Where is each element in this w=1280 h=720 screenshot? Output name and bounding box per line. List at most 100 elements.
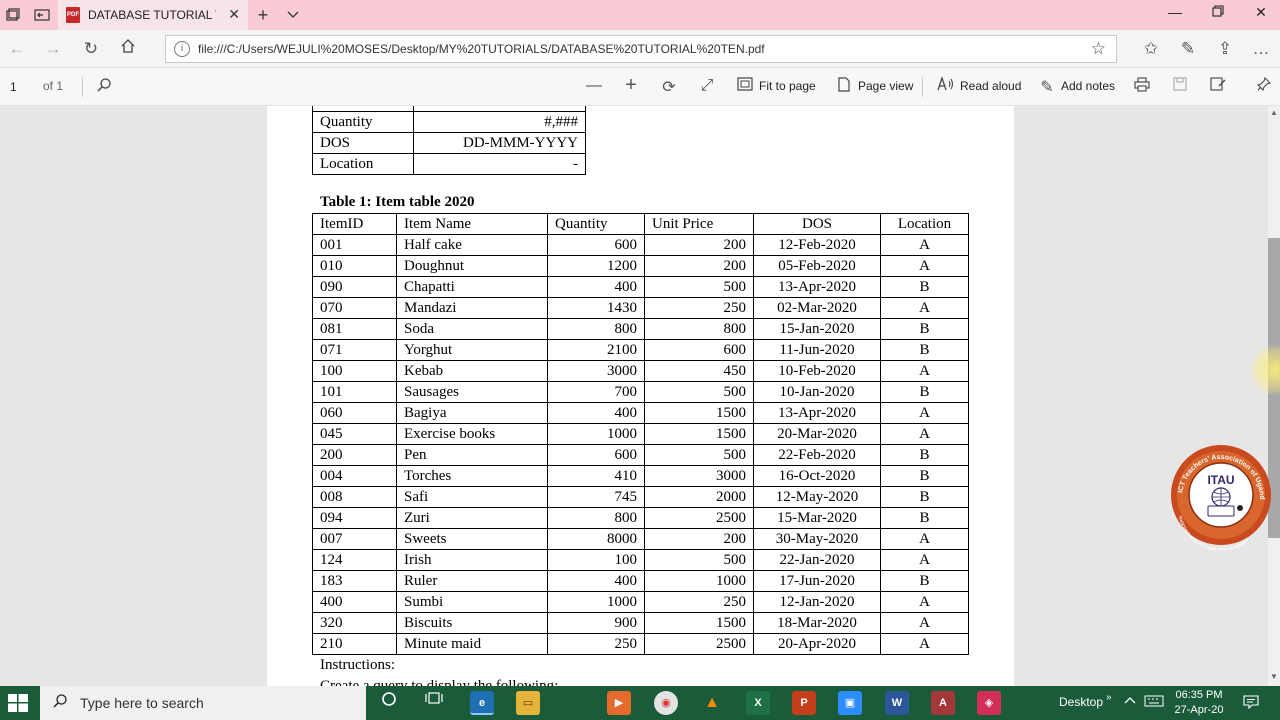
refresh-icon[interactable]: ↻	[80, 38, 102, 60]
quantity-cell: 100	[547, 549, 645, 571]
rotate-icon[interactable]: ⟳	[659, 77, 679, 97]
unit-price-cell: 250	[644, 591, 754, 613]
scroll-down-arrow-icon[interactable]: ▼	[1270, 672, 1278, 681]
unit-price-cell: 500	[644, 444, 754, 466]
unit-price-cell: 500	[644, 381, 754, 403]
table-row: 007 Sweets 8000 200 30-May-2020 A	[312, 528, 969, 550]
vlc-icon[interactable]: ▲	[700, 691, 724, 715]
read-aloud-button[interactable]: Read aloud	[960, 79, 1021, 93]
cortana-icon[interactable]	[377, 691, 401, 712]
zoom-out-icon[interactable]: —	[584, 77, 604, 95]
column-header-dos: DOS	[753, 213, 881, 235]
item-name-cell: Sumbi	[396, 591, 548, 613]
item-name-cell: Zuri	[396, 507, 548, 529]
item-id-cell: 001	[312, 234, 397, 256]
photos-app-icon[interactable]: ◈	[977, 691, 1001, 715]
format-field-name: DOS	[312, 132, 414, 154]
item-id-cell: 210	[312, 633, 397, 655]
table-row: 200 Pen 600 500 22-Feb-2020 B	[312, 444, 969, 466]
add-notes-button[interactable]: Add notes	[1061, 79, 1115, 93]
quantity-cell: 400	[547, 570, 645, 592]
web-notes-pen-icon[interactable]: ✎	[1177, 38, 1199, 60]
column-header-location: Location	[880, 213, 969, 235]
set-tabs-aside-icon[interactable]	[33, 6, 51, 24]
location-cell: B	[880, 276, 969, 298]
file-explorer-icon[interactable]: ▭	[516, 691, 540, 715]
location-cell: B	[880, 486, 969, 508]
task-view-icon[interactable]	[422, 691, 446, 710]
full-screen-icon[interactable]: ⤢	[697, 77, 717, 95]
pdf-page: Quantity #,### DOS DD-MMM-YYYY Location - Tab…	[267, 106, 1014, 686]
toolbar-expand-icon[interactable]: »	[1106, 692, 1112, 703]
more-menu-icon[interactable]: …	[1250, 38, 1272, 60]
item-name-cell: Half cake	[396, 234, 548, 256]
tab-actions-icon[interactable]	[4, 6, 22, 24]
clock-date: 27-Apr-20	[1174, 704, 1224, 716]
column-header-unit-price: Unit Price	[644, 213, 754, 235]
zoom-app-icon[interactable]: ▣	[838, 691, 862, 715]
document-viewport[interactable]: Quantity #,### DOS DD-MMM-YYYY Location - Tab…	[0, 106, 1268, 686]
location-cell: A	[880, 297, 969, 319]
format-table: Quantity #,### DOS DD-MMM-YYYY Location -	[312, 106, 586, 175]
system-clock[interactable]: 06:35 PM 27-Apr-20	[1170, 688, 1228, 718]
unit-price-cell: 1500	[644, 423, 754, 445]
excel-icon[interactable]: X	[746, 691, 770, 715]
site-info-icon[interactable]: i	[174, 41, 190, 57]
save-as-icon[interactable]	[1208, 77, 1228, 96]
pin-toolbar-icon[interactable]	[1254, 76, 1274, 96]
minimize-icon[interactable]: —	[1163, 4, 1187, 20]
media-player-icon[interactable]: ▶	[607, 691, 631, 715]
forward-arrow-icon[interactable]: →	[42, 38, 64, 60]
page-view-icon[interactable]	[834, 77, 854, 97]
svg-text:ITAU: ITAU	[1207, 473, 1234, 487]
maximize-icon[interactable]	[1206, 4, 1230, 20]
zoom-in-icon[interactable]: +	[621, 74, 641, 97]
fit-to-page-icon[interactable]	[735, 77, 755, 96]
scroll-up-arrow-icon[interactable]: ▲	[1270, 108, 1278, 117]
share-icon[interactable]: ⇪	[1214, 38, 1236, 60]
tab-list-chevron-down-icon[interactable]	[284, 6, 302, 24]
unit-price-cell: 600	[644, 339, 754, 361]
page-view-button[interactable]: Page view	[858, 79, 913, 93]
close-tab-icon[interactable]: ✕	[228, 6, 240, 23]
favorites-icon[interactable]: ✩	[1140, 38, 1162, 60]
powerpoint-icon[interactable]: P	[792, 691, 816, 715]
unit-price-cell: 1000	[644, 570, 754, 592]
unit-price-cell: 250	[644, 297, 754, 319]
new-tab-icon[interactable]: +	[254, 5, 272, 25]
save-icon[interactable]	[1170, 77, 1190, 96]
print-icon[interactable]	[1132, 77, 1152, 97]
windows-start-icon[interactable]	[8, 694, 28, 712]
search-icon[interactable]	[94, 77, 114, 98]
quantity-cell: 3000	[547, 360, 645, 382]
taskbar-search-input[interactable]: Type here to search	[40, 686, 366, 720]
table-row: 400 Sumbi 1000 250 12-Jan-2020 A	[312, 591, 969, 613]
instructions-text: Create a query to display the following:	[320, 678, 559, 686]
close-window-icon[interactable]: ✕	[1249, 4, 1273, 21]
chrome-icon[interactable]: ◉	[654, 691, 678, 715]
page-number-input[interactable]: 1	[4, 76, 30, 98]
table-row: 060 Bagiya 400 1500 13-Apr-2020 A	[312, 402, 969, 424]
toolbar-divider	[922, 77, 923, 97]
keyboard-icon[interactable]	[1144, 695, 1164, 710]
item-name-cell: Yorghut	[396, 339, 548, 361]
word-icon[interactable]: W	[885, 691, 909, 715]
favorite-star-icon[interactable]: ☆	[1091, 39, 1106, 59]
add-notes-pen-icon[interactable]: ✎	[1037, 77, 1057, 97]
home-icon[interactable]	[117, 38, 139, 60]
desktop-toolbar-label[interactable]: Desktop	[1059, 695, 1103, 709]
location-cell: B	[880, 444, 969, 466]
location-cell: A	[880, 549, 969, 571]
address-input[interactable]: i file:///C:/Users/WEJULI%20MOSES/Deskto…	[165, 35, 1117, 63]
access-icon[interactable]: A	[931, 691, 955, 715]
show-hidden-icons-chevron-icon[interactable]	[1124, 695, 1136, 707]
read-aloud-icon[interactable]	[936, 75, 956, 96]
edge-browser-icon[interactable]: e	[470, 691, 494, 715]
item-id-cell: 200	[312, 444, 397, 466]
dos-cell: 18-Mar-2020	[753, 612, 881, 634]
tab-pdf-document[interactable]: PDF DATABASE TUTORIAL TE ✕	[58, 0, 248, 30]
fit-to-page-button[interactable]: Fit to page	[759, 79, 816, 93]
dos-cell: 12-Jan-2020	[753, 591, 881, 613]
back-arrow-icon[interactable]: ←	[6, 38, 28, 60]
notifications-icon[interactable]	[1243, 695, 1259, 712]
